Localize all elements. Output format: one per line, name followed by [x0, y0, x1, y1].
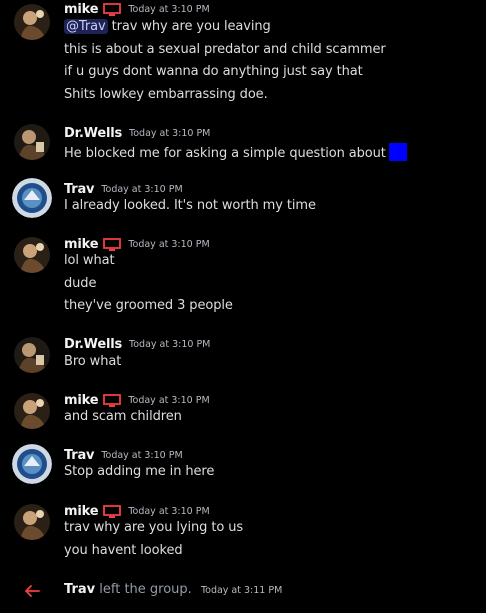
monitor-icon: [103, 505, 122, 518]
avatar-drwells[interactable]: [14, 124, 50, 160]
left-arrow-icon: [25, 585, 40, 597]
author-name[interactable]: Dr.Wells: [64, 126, 122, 141]
message-line: this is about a sexual predator and chil…: [64, 42, 386, 57]
avatar-mike[interactable]: [14, 237, 50, 273]
author-name[interactable]: Trav: [64, 182, 95, 197]
timestamp: Today at 3:10 PM: [128, 238, 210, 250]
system-text: Trav left the group. Today at 3:11 PM: [64, 582, 282, 597]
avatar-trav[interactable]: [12, 444, 52, 484]
author-name[interactable]: Trav: [64, 448, 95, 463]
timestamp: Today at 3:10 PM: [101, 183, 183, 195]
author-name[interactable]: mike: [64, 2, 99, 17]
message-line: Stop adding me in here: [64, 464, 215, 479]
author-name[interactable]: Dr.Wells: [64, 337, 122, 352]
message-line: they've groomed 3 people: [64, 298, 233, 313]
monitor-icon: [103, 394, 122, 407]
avatar-drwells[interactable]: [14, 337, 50, 373]
message-line: dude: [64, 276, 97, 291]
avatar-mike[interactable]: [14, 4, 50, 40]
message-line: Bro what: [64, 354, 122, 369]
message-line: you havent looked: [64, 543, 183, 558]
timestamp: Today at 3:10 PM: [128, 394, 210, 406]
timestamp: Today at 3:10 PM: [101, 449, 183, 461]
timestamp: Today at 3:11 PM: [200, 585, 283, 596]
message-line: I already looked. It's not worth my time: [64, 198, 316, 213]
redaction-block: [388, 143, 407, 161]
avatar-mike[interactable]: [14, 393, 50, 429]
chat-log: mike Today at 3:10 PM @Trav trav why are…: [0, 0, 486, 613]
author-name[interactable]: mike: [64, 393, 99, 408]
avatar-trav[interactable]: [12, 178, 52, 218]
message-line: He blocked me for asking a simple questi…: [64, 143, 407, 161]
message-line: @Trav trav why are you leaving: [64, 19, 271, 34]
timestamp: Today at 3:10 PM: [129, 338, 211, 350]
system-message-left: Trav left the group. Today at 3:11 PM: [0, 582, 486, 602]
message-text: trav why are you leaving: [111, 19, 271, 34]
timestamp: Today at 3:10 PM: [128, 505, 210, 517]
message-line: and scam children: [64, 409, 182, 424]
monitor-icon: [103, 3, 122, 16]
timestamp: Today at 3:10 PM: [128, 3, 210, 15]
system-user-name[interactable]: Trav: [64, 582, 95, 597]
timestamp: Today at 3:10 PM: [129, 127, 211, 139]
message-line: if u guys dont wanna do anything just sa…: [64, 64, 363, 79]
message-line: Shits lowkey embarrassing doe.: [64, 87, 268, 102]
author-name[interactable]: mike: [64, 504, 99, 519]
user-mention[interactable]: @Trav: [64, 19, 108, 34]
message-line: trav why are you lying to us: [64, 520, 244, 535]
avatar-mike[interactable]: [14, 504, 50, 540]
monitor-icon: [103, 238, 122, 251]
message-text: He blocked me for asking a simple questi…: [64, 146, 386, 161]
author-name[interactable]: mike: [64, 237, 99, 252]
system-action: left the group.: [99, 582, 192, 597]
message-line: lol what: [64, 253, 115, 268]
